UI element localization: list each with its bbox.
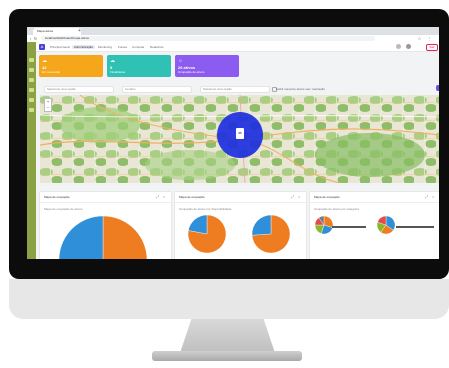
pie-chart-category xyxy=(314,215,434,235)
pie-slice[interactable] xyxy=(97,215,148,259)
panel-divider xyxy=(40,202,171,203)
pie-slice[interactable] xyxy=(58,215,104,259)
map-zoom-control: + − xyxy=(44,98,52,112)
notification-icon[interactable] xyxy=(396,44,401,49)
panel-title: Mapa de ocupação xyxy=(314,195,340,199)
panel-ocupacao-2: Mapa de ocupação ⤢ × Ocupação de ativos … xyxy=(174,191,307,259)
zoom-out-button[interactable]: − xyxy=(45,105,51,111)
tab-title: Mapa ativos xyxy=(37,29,54,33)
logout-button[interactable]: Sair xyxy=(426,44,438,51)
expand-icon[interactable]: ⤢ xyxy=(156,194,159,199)
sidebar-list-icon[interactable] xyxy=(29,88,34,92)
panel-subtitle: Ocupação de ativos por categoria xyxy=(314,207,359,211)
pie-slices xyxy=(58,215,148,259)
nav-item-monitoring[interactable]: Monitoring xyxy=(98,45,112,49)
panel-ocupacao-3: Mapa de ocupação ⤢ × Ocupação de ativos … xyxy=(309,191,439,259)
cloud-icon: ☁ xyxy=(42,58,47,64)
close-icon[interactable]: × xyxy=(298,194,300,199)
panel-subtitle: Ocupação de ativos por disponibilidade xyxy=(179,207,232,211)
sidebar-home-icon[interactable] xyxy=(29,58,34,62)
pie-slices xyxy=(251,214,291,254)
monitor-chin xyxy=(9,279,449,319)
kpi-card-ocupacao[interactable]: ☼ 26 ativos Ocupação de ativos xyxy=(175,55,239,77)
sidebar xyxy=(27,42,36,259)
filter-select-scenario[interactable]: Cenário xyxy=(122,86,192,93)
menu-icon[interactable]: ⋮ xyxy=(427,36,432,41)
url-field[interactable]: localhost/dashboard/mapa-ativos xyxy=(41,36,375,41)
kpi-label: Em execução xyxy=(42,70,61,74)
browser-tab-bar: Mapa ativos + xyxy=(27,27,439,35)
app-logo: A xyxy=(39,44,45,50)
sidebar-chart-icon[interactable] xyxy=(29,78,34,82)
nav-item-principal[interactable]: Principal Geral xyxy=(50,45,70,49)
new-tab-icon[interactable]: + xyxy=(77,28,82,34)
panel-divider xyxy=(175,202,306,203)
map-view[interactable]: + − 25 xyxy=(40,95,439,183)
screen: Mapa ativos + ‹ ↻ localhost/dashboard/ma… xyxy=(27,27,439,259)
panel-subtitle: Mapa de ocupação de ativos xyxy=(44,207,83,211)
sidebar-map-icon[interactable] xyxy=(29,68,34,72)
browser-tab[interactable]: Mapa ativos xyxy=(33,28,81,35)
kpi-card-finalizados[interactable]: ☁ 5 Finalizados xyxy=(107,55,171,77)
filter-select-1[interactable]: Selecione uma opção xyxy=(44,86,114,93)
nav-item-administracao[interactable]: Administração xyxy=(72,45,96,49)
reload-icon[interactable]: ↻ xyxy=(33,36,38,41)
app-header: A Principal Geral Administração Monitori… xyxy=(36,42,439,52)
apply-filter-button[interactable] xyxy=(436,85,439,91)
pie-chart-1 xyxy=(58,215,148,259)
kpi-label: Ocupação de ativos xyxy=(178,70,205,74)
pie-slices xyxy=(376,215,396,235)
expand-icon[interactable]: ⤢ xyxy=(291,194,294,199)
filter-select-3[interactable]: Selecione uma opção xyxy=(200,86,270,93)
pie-chart-pair xyxy=(187,214,291,254)
sun-icon: ☼ xyxy=(178,58,183,64)
close-icon[interactable]: × xyxy=(163,194,165,199)
nav-item-relatorios[interactable]: Relatórios xyxy=(150,45,164,49)
panel-divider xyxy=(310,202,439,203)
pie-slices xyxy=(314,215,334,235)
cluster-count[interactable]: 25 xyxy=(236,128,244,139)
sidebar-settings-icon[interactable] xyxy=(29,98,34,102)
toggle-label: Exibir somente ativos sem marcação xyxy=(276,87,326,91)
legend-bar xyxy=(332,226,366,228)
filter-bar: Selecione uma opção Cenário Selecione um… xyxy=(36,85,439,93)
pie-slices xyxy=(187,214,227,254)
pie-slice[interactable] xyxy=(251,214,272,236)
kpi-label: Finalizados xyxy=(110,70,126,74)
close-icon[interactable]: × xyxy=(432,194,434,199)
sidebar-user-icon[interactable] xyxy=(29,108,34,112)
legend-bar xyxy=(396,226,434,228)
pie-slice[interactable] xyxy=(188,214,208,235)
avatar[interactable] xyxy=(406,44,411,49)
bookmark-icon[interactable]: ☆ xyxy=(417,36,422,41)
expand-icon[interactable]: ⤢ xyxy=(425,194,428,199)
panel-ocupacao-1: Mapa de ocupação ⤢ × Mapa de ocupação de… xyxy=(39,191,172,259)
monitor-stand-base xyxy=(152,351,302,361)
panel-title: Mapa de ocupação xyxy=(179,195,205,199)
monitor-stand-neck xyxy=(180,319,275,353)
kpi-card-em-execucao[interactable]: ☁ 42 Em execução xyxy=(39,55,103,77)
cloud-icon: ☁ xyxy=(110,58,115,64)
nav-item-fontes[interactable]: Fontes xyxy=(118,45,127,49)
panel-title: Mapa de ocupação xyxy=(44,195,70,199)
nav-item-compras[interactable]: Compras xyxy=(132,45,144,49)
